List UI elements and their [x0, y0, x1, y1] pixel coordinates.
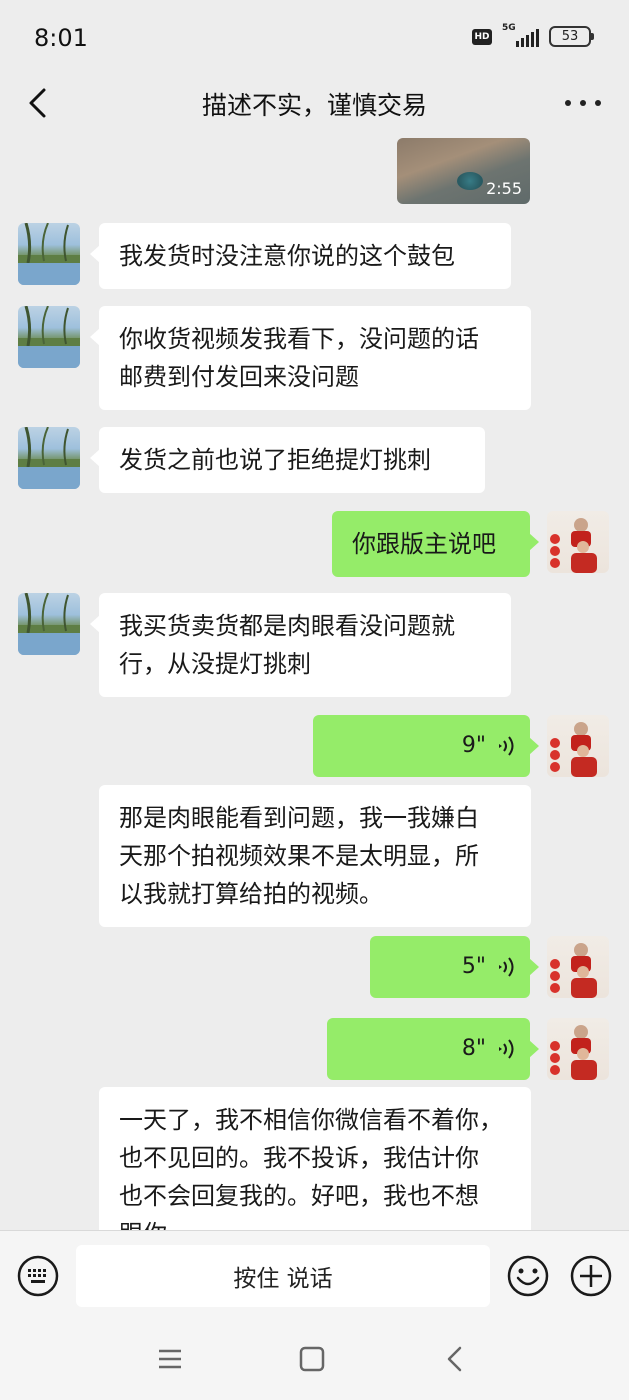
message-bubble-outgoing[interactable]: 你跟版主说吧 [332, 511, 539, 577]
message-text: 那是肉眼能看到问题，我一我嫌白 [119, 804, 479, 832]
message-bubble-incoming[interactable]: 一天了，我不相信你微信看不着你， 也不见回的。我不投诉，我估计你 也不会回复我的… [99, 1087, 531, 1230]
video-thumbnail-object [457, 172, 483, 190]
status-bar: 8:01 HD 5G 53 [0, 0, 629, 76]
contact-avatar[interactable] [18, 427, 80, 489]
my-avatar[interactable] [547, 715, 609, 777]
voice-wave-icon [499, 736, 514, 756]
message-text: 以我就打算给拍的视频。 [119, 880, 383, 908]
back-chevron-icon[interactable] [440, 1344, 470, 1374]
message-bubble-incoming[interactable]: 我发货时没注意你说的这个鼓包 [90, 223, 511, 289]
voice-wave-icon [499, 1039, 514, 1059]
message-text: 也不会回复我的。好吧，我也不想 [119, 1182, 479, 1210]
message-bubble-incoming[interactable]: 那是肉眼能看到问题，我一我嫌白 天那个拍视频效果不是太明显，所 以我就打算给拍的… [99, 785, 531, 927]
chat-area[interactable]: 2:55 我发货时没注意你说的这个鼓包 你收货视频发我看下，没问题的话 邮费到付… [0, 130, 629, 1230]
contact-avatar[interactable] [18, 306, 80, 368]
signal-icon: 5G [502, 23, 539, 47]
status-icons: HD 5G 53 [472, 23, 594, 47]
contact-avatar[interactable] [18, 593, 80, 655]
menu-lines-icon[interactable] [155, 1344, 185, 1374]
message-text: 天那个拍视频效果不是太明显，所 [119, 842, 479, 870]
message-text: 你收货视频发我看下，没问题的话 [119, 325, 479, 353]
my-avatar[interactable] [547, 1018, 609, 1080]
message-text: 我发货时没注意你说的这个鼓包 [119, 242, 455, 270]
chat-header: 描述不实，谨慎交易 [0, 76, 629, 130]
more-dots-icon[interactable] [565, 88, 601, 118]
system-navigation-bar [0, 1320, 629, 1400]
input-bar: 按住 说话 [0, 1230, 629, 1320]
network-type: 5G [502, 22, 516, 33]
my-avatar[interactable] [547, 936, 609, 998]
message-text: 我买货卖货都是肉眼看没问题就 [119, 612, 455, 640]
home-square-icon[interactable] [297, 1344, 327, 1374]
voice-message-outgoing[interactable]: 5" [370, 936, 539, 998]
message-bubble-incoming[interactable]: 你收货视频发我看下，没问题的话 邮费到付发回来没问题 [90, 306, 531, 410]
contact-avatar[interactable] [18, 223, 80, 285]
chat-title: 描述不实，谨慎交易 [201, 91, 427, 120]
message-bubble-incoming[interactable]: 我买货卖货都是肉眼看没问题就 行，从没提灯挑刺 [90, 593, 511, 697]
plus-icon[interactable] [569, 1254, 613, 1298]
status-time: 8:01 [34, 24, 88, 52]
battery-icon: 53 [549, 26, 594, 47]
voice-wave-icon [499, 957, 514, 977]
voice-duration: 9" [461, 733, 486, 758]
message-text: 你跟版主说吧 [352, 530, 496, 558]
my-avatar[interactable] [547, 511, 609, 573]
voice-duration: 5" [461, 954, 486, 979]
message-text: 行，从没提灯挑刺 [119, 650, 311, 678]
message-text: 跟你 [119, 1215, 511, 1230]
keyboard-icon[interactable] [16, 1254, 60, 1298]
voice-message-outgoing[interactable]: 8" [327, 1018, 539, 1080]
message-text: 一天了，我不相信你微信看不着你， [119, 1106, 503, 1134]
message-text: 邮费到付发回来没问题 [119, 363, 359, 391]
message-text: 也不见回的。我不投诉，我估计你 [119, 1144, 479, 1172]
message-bubble-incoming[interactable]: 发货之前也说了拒绝提灯挑刺 [90, 427, 485, 493]
voice-duration: 8" [461, 1036, 486, 1061]
video-duration: 2:55 [486, 179, 522, 198]
hd-badge: HD [472, 28, 492, 45]
video-message[interactable]: 2:55 [397, 138, 530, 204]
voice-message-outgoing[interactable]: 9" [313, 715, 539, 777]
battery-level: 53 [561, 29, 579, 44]
message-text: 发货之前也说了拒绝提灯挑刺 [119, 446, 431, 474]
emoji-icon[interactable] [506, 1254, 550, 1298]
hold-to-talk-button[interactable]: 按住 说话 [76, 1245, 490, 1307]
